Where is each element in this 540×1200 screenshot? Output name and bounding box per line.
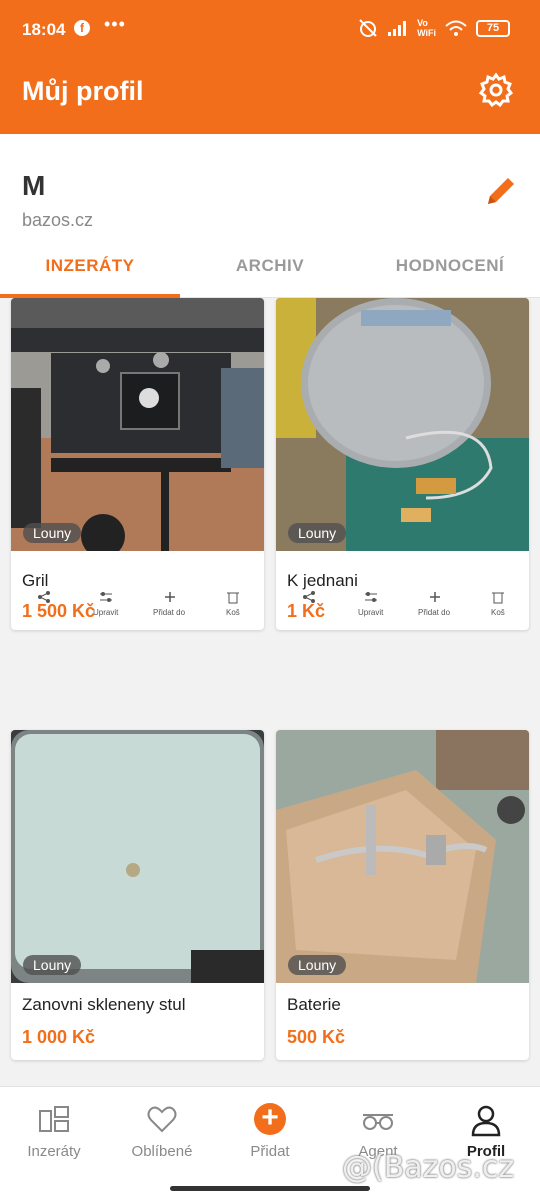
watermark: @(Bazos.cz: [342, 1150, 515, 1185]
listing-price: 1 Kč: [287, 601, 326, 621]
nav-label: Přidat: [250, 1143, 290, 1160]
listing-card[interactable]: Louny Baterie 500 Kč: [276, 730, 529, 1060]
strip-label: Přidat do: [418, 608, 451, 617]
strip-label: Koš: [226, 608, 240, 617]
listing-title: K jednani: [287, 571, 358, 590]
page-title: Můj profil: [22, 76, 144, 106]
status-indicators: Vo WiFi 75: [357, 18, 510, 38]
listing-card[interactable]: Louny Upravit Přidat do Koš K jednani 1 …: [276, 298, 529, 630]
listings-icon: [39, 1106, 69, 1132]
app-header: Můj profil: [0, 62, 540, 134]
profile-name: M: [22, 170, 46, 201]
listing-photo[interactable]: Louny: [11, 298, 264, 551]
listing-photo[interactable]: Louny: [276, 730, 529, 983]
location-badge: Louny: [288, 523, 347, 543]
listing-price: 1 500 Kč: [22, 601, 96, 621]
tab-inzeraty[interactable]: INZERÁTY: [0, 244, 180, 298]
heart-icon: [147, 1106, 177, 1133]
profile-tabs: INZERÁTY ARCHIV HODNOCENÍ: [0, 244, 540, 298]
listing-card[interactable]: Louny Zanovni skleneny stul 1 000 Kč: [11, 730, 264, 1060]
strip-label: Koš: [491, 608, 505, 617]
location-badge: Louny: [23, 955, 82, 975]
gear-icon[interactable]: [478, 72, 514, 108]
profile-site: bazos.cz: [22, 210, 94, 230]
listing-title: Baterie: [287, 995, 341, 1014]
wifi-icon: [445, 20, 467, 36]
nav-inzeraty[interactable]: Inzeráty: [0, 1087, 108, 1177]
grill-photo: [11, 298, 264, 551]
vowifi-bottom: WiFi: [417, 28, 436, 38]
nav-pridat[interactable]: + Přidat: [216, 1087, 324, 1177]
vowifi-indicator: Vo WiFi: [417, 18, 436, 38]
battery-icon: 75: [476, 19, 510, 37]
location-badge: Louny: [23, 523, 82, 543]
plus-small-icon: [165, 592, 175, 602]
plus-small-icon: [430, 592, 440, 602]
listing-card[interactable]: Louny Upravit Přidat do Koš Gril 1 500 K…: [11, 298, 264, 630]
pencil-icon[interactable]: [484, 174, 518, 208]
plus-icon: +: [254, 1103, 286, 1135]
edit-sliders-icon: [100, 592, 112, 602]
signal-icon: [388, 21, 407, 36]
glass-table-photo: [11, 730, 264, 983]
home-indicator[interactable]: [170, 1186, 370, 1191]
tab-archiv[interactable]: ARCHIV: [180, 244, 360, 298]
nav-label: Oblíbené: [131, 1143, 193, 1160]
edit-sliders-icon: [365, 592, 377, 602]
tab-hodnoceni[interactable]: HODNOCENÍ: [360, 244, 540, 298]
listing-photo[interactable]: Louny: [11, 730, 264, 983]
faucet-photo: [276, 730, 529, 983]
nav-oblibene[interactable]: Oblíbené: [108, 1087, 216, 1177]
person-icon: [471, 1105, 501, 1137]
trash-icon: [227, 592, 239, 604]
trash-icon: [492, 592, 504, 604]
status-bar: 18:04 f ••• Vo WiFi 75: [0, 0, 540, 62]
facebook-notification-icon: f: [74, 20, 90, 36]
listing-price: 500 Kč: [287, 1027, 346, 1047]
status-time: 18:04: [22, 20, 66, 39]
listing-title: Gril: [22, 571, 49, 590]
more-notifications-icon: •••: [104, 14, 126, 34]
location-badge: Louny: [288, 955, 347, 975]
satellite-dish-photo: [276, 298, 529, 551]
listing-price: 1 000 Kč: [22, 1027, 96, 1047]
strip-label: Upravit: [93, 608, 119, 617]
nav-label: Inzeráty: [27, 1143, 81, 1160]
strip-label: Přidat do: [153, 608, 186, 617]
profile-section: M bazos.cz INZERÁTY ARCHIV HODNOCENÍ: [0, 134, 540, 298]
listing-title: Zanovni skleneny stul: [22, 995, 186, 1014]
listings-grid: Louny Upravit Přidat do Koš Gril 1 500 K…: [0, 298, 540, 1086]
alarm-muted-icon: [359, 19, 377, 37]
strip-label: Upravit: [358, 608, 384, 617]
glasses-icon: [363, 1114, 393, 1130]
listing-photo[interactable]: Louny: [276, 298, 529, 551]
vowifi-top: Vo: [417, 18, 428, 28]
